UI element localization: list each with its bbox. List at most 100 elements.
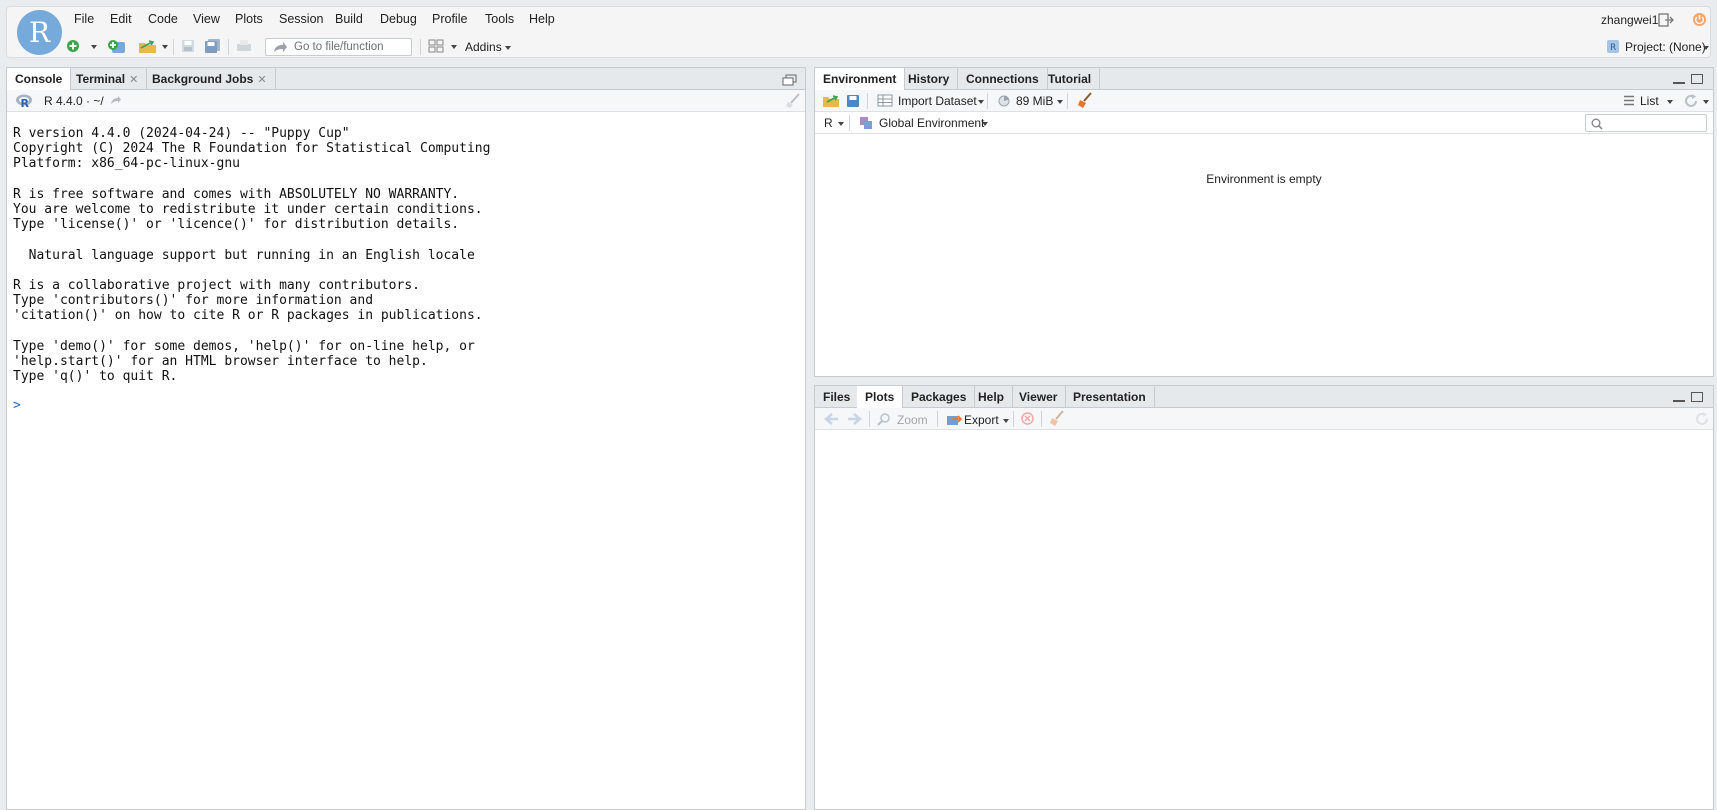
minimize-env-pane-icon[interactable] (1673, 82, 1685, 84)
environment-search-input[interactable] (1585, 114, 1707, 132)
goto-dir-arrow-icon[interactable] (110, 95, 122, 105)
clear-console-broom-icon[interactable] (785, 93, 801, 109)
minimize-plots-pane-icon[interactable] (1673, 400, 1685, 402)
tab-tutorial[interactable]: Tutorial (1040, 68, 1101, 90)
tab-terminal[interactable]: Terminal ✕ (68, 68, 148, 90)
new-project-icon[interactable] (107, 38, 127, 55)
maximize-env-pane-icon[interactable] (1691, 74, 1703, 84)
plots-tabbar: Files Plots Packages Help Viewer Present… (815, 386, 1713, 409)
new-file-icon[interactable] (66, 39, 80, 53)
environment-icon (860, 117, 872, 129)
forward-arrow-icon[interactable] (847, 413, 863, 425)
close-background-jobs-icon[interactable]: ✕ (257, 74, 266, 86)
console-tabbar: Console Terminal ✕ Background Jobs ✕ (7, 68, 805, 91)
back-arrow-icon[interactable] (823, 413, 839, 425)
tab-viewer[interactable]: Viewer (1011, 386, 1067, 408)
restore-pane-icon[interactable] (782, 74, 797, 86)
language-selector[interactable]: R (824, 116, 833, 130)
menu-file[interactable]: File (74, 12, 94, 26)
tab-plots[interactable]: Plots (857, 386, 904, 409)
console-output-line: Type 'q()' to quit R. (13, 369, 178, 385)
menu-tools[interactable]: Tools (485, 12, 514, 26)
console-path-label: R 4.4.0 · ~/ (44, 94, 104, 108)
memory-caret[interactable] (1057, 100, 1063, 104)
signout-icon[interactable] (1658, 13, 1674, 27)
memory-usage-label[interactable]: 89 MiB (1016, 94, 1053, 108)
tab-background-jobs[interactable]: Background Jobs ✕ (144, 68, 276, 90)
menu-plots[interactable]: Plots (235, 12, 263, 26)
refresh-plot-icon[interactable] (1694, 411, 1710, 427)
console-pane: Console Terminal ✕ Background Jobs ✕ R R 4… (6, 67, 806, 810)
plot-canvas (815, 430, 1713, 809)
console-output-line: Copyright (C) 2024 The R Foundation for … (13, 141, 491, 157)
export-button[interactable]: Export (964, 413, 999, 427)
tab-console[interactable]: Console (7, 68, 72, 91)
tab-connections[interactable]: Connections (958, 68, 1048, 90)
plots-pane: Files Plots Packages Help Viewer Present… (814, 385, 1714, 810)
addins-menu[interactable]: Addins (465, 40, 502, 54)
svg-text:R: R (21, 97, 30, 108)
tab-packages[interactable]: Packages (903, 386, 976, 408)
goto-file-function-input[interactable]: Go to file/function (265, 38, 412, 56)
maximize-plots-pane-icon[interactable] (1691, 392, 1703, 402)
zoom-button[interactable]: Zoom (897, 413, 928, 427)
open-folder-caret[interactable] (162, 45, 168, 49)
close-terminal-icon[interactable]: ✕ (129, 74, 138, 86)
tab-presentation[interactable]: Presentation (1065, 386, 1155, 408)
menu-edit[interactable]: Edit (110, 12, 132, 26)
console-output-line: Platform: x86_64-pc-linux-gnu (13, 156, 240, 172)
tab-files[interactable]: Files (815, 386, 860, 408)
grid-caret[interactable] (451, 45, 457, 49)
addins-caret[interactable] (505, 46, 511, 50)
menu-build[interactable]: Build (335, 12, 363, 26)
tab-environment[interactable]: Environment (815, 68, 906, 91)
svg-text:R: R (1610, 43, 1616, 53)
import-dataset-caret[interactable] (978, 100, 984, 104)
load-workspace-icon[interactable] (822, 94, 841, 108)
global-environment-caret[interactable] (982, 122, 988, 126)
project-menu[interactable]: Project: (None) (1625, 40, 1706, 54)
menu-debug[interactable]: Debug (380, 12, 417, 26)
global-environment-selector[interactable]: Global Environment (879, 116, 984, 130)
console-output-line: Natural language support but running in … (13, 247, 475, 263)
main-toolbar (6, 30, 1711, 58)
delete-icon[interactable] (1021, 412, 1034, 425)
zoom-icon[interactable] (877, 412, 891, 426)
import-dataset-button[interactable]: Import Dataset (898, 94, 977, 108)
rstudio-logo: R (17, 10, 62, 55)
new-file-caret[interactable] (91, 45, 97, 49)
list-icon (1624, 95, 1634, 106)
broom-icon[interactable] (1077, 92, 1093, 109)
grid-icon[interactable] (428, 39, 444, 53)
export-caret[interactable] (1003, 419, 1009, 423)
clear-plots-broom-icon[interactable] (1049, 410, 1065, 427)
refresh-caret[interactable] (1703, 100, 1709, 104)
env-toolbar: Import Dataset 89 MiB List (815, 90, 1713, 112)
refresh-icon[interactable] (1683, 93, 1699, 109)
open-folder-icon[interactable] (138, 39, 158, 54)
menu-help[interactable]: Help (529, 12, 555, 26)
save-all-icon[interactable] (204, 38, 221, 54)
print-icon[interactable] (236, 39, 252, 53)
list-view-button[interactable]: List (1640, 94, 1659, 108)
save-workspace-icon[interactable] (846, 94, 860, 108)
menu-code[interactable]: Code (148, 12, 178, 26)
menu-view[interactable]: View (193, 12, 220, 26)
menu-session[interactable]: Session (279, 12, 323, 26)
power-icon[interactable] (1692, 12, 1707, 27)
environment-empty-message: Environment is empty (1206, 172, 1322, 186)
console-subbar: R R 4.4.0 · ~/ (7, 90, 805, 112)
tab-history[interactable]: History (900, 68, 959, 90)
menu-profile[interactable]: Profile (432, 12, 467, 26)
language-caret[interactable] (838, 122, 844, 126)
list-view-caret[interactable] (1667, 100, 1673, 104)
tab-help[interactable]: Help (970, 386, 1014, 408)
console-prompt[interactable]: > (13, 398, 490, 413)
project-caret[interactable] (1703, 46, 1709, 50)
console-output-line: 'help.start()' for an HTML browser inter… (13, 353, 428, 369)
save-icon[interactable] (181, 39, 195, 53)
project-icon[interactable]: R (1606, 39, 1620, 54)
